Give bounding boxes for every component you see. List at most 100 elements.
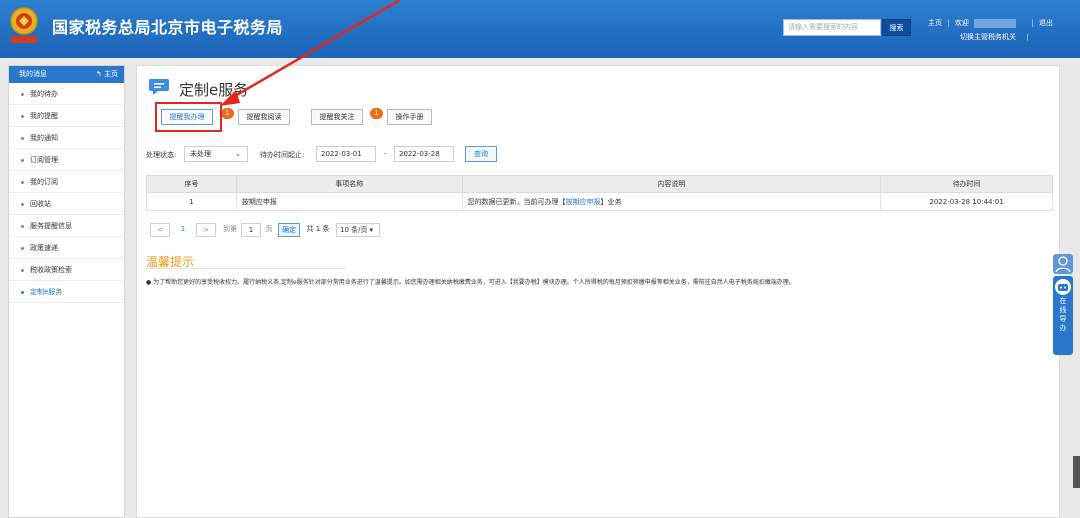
bullet-icon <box>21 202 24 206</box>
sidebar-item-label: 我的通知 <box>30 134 58 142</box>
table-row[interactable]: 1 按期应申报 您的数据已更新，当前可办理【按期应申报】业务 2022-03-2… <box>146 192 1053 211</box>
desc-text: 您的数据已更新，当前可办理【 <box>467 197 566 206</box>
username-mask <box>974 18 1017 28</box>
welcome-label: 欢迎 <box>954 19 969 27</box>
sidebar-item-label: 定制e服务 <box>30 288 63 296</box>
goto-label: 到第 <box>223 225 237 233</box>
search-input[interactable]: 请输入需要搜索的内容 <box>783 19 881 36</box>
sidebar-item-label: 我的订阅 <box>30 178 58 186</box>
cell-name: 按期应申报 <box>235 192 463 211</box>
guide-char: 导 <box>1059 315 1067 323</box>
prev-page-button[interactable]: < <box>150 223 170 237</box>
sidebar-item-notices[interactable]: 我的通知 <box>9 127 124 149</box>
sidebar-item-custom-e-service[interactable]: 定制e服务 <box>9 281 124 303</box>
separator: | <box>1031 19 1034 27</box>
guide-char: 线 <box>1059 306 1067 314</box>
top-header: 国家税务总局北京市电子税务局 请输入需要搜索的内容 搜索 主页 | 欢迎 | 退… <box>0 0 1080 58</box>
person-icon <box>1055 256 1071 273</box>
sidebar-item-recycle-bin[interactable]: 回收站 <box>9 193 124 215</box>
sidebar-item-label: 服务提醒信息 <box>30 222 72 230</box>
start-date-input[interactable]: 2022-03-01 <box>316 146 376 162</box>
bullet-icon <box>21 158 24 162</box>
chevron-down-icon: ⌄ <box>235 150 241 158</box>
next-page-button[interactable]: > <box>196 223 216 237</box>
bullet-icon <box>21 246 24 250</box>
tab-badge: 1 <box>370 108 383 119</box>
highlight-annotation <box>155 102 222 132</box>
page-unit-label: 页 <box>265 225 273 233</box>
bullet-icon <box>21 224 24 228</box>
bullet-icon <box>21 114 24 118</box>
separator: | <box>947 19 950 27</box>
column-header: 内容说明 <box>461 175 882 193</box>
column-header: 待办时间 <box>880 175 1053 193</box>
sidebar-item-subscription-manage[interactable]: 订阅管理 <box>9 149 124 171</box>
user-avatar-icon[interactable] <box>1053 254 1073 274</box>
search-button[interactable]: 搜索 <box>882 19 911 36</box>
tab-badge: 1 <box>221 108 234 119</box>
bullet-icon <box>21 290 24 294</box>
logout-link[interactable]: 退出 <box>1039 19 1053 27</box>
page-title: 定制e服务 <box>179 81 249 99</box>
bullet-icon <box>21 136 24 140</box>
goto-confirm-button[interactable]: 确定 <box>278 223 300 237</box>
sidebar-home-link[interactable]: ↰ 主页 <box>96 66 118 83</box>
column-header: 序号 <box>146 175 237 193</box>
tab-remind-read[interactable]: 提醒我阅读 <box>238 109 290 125</box>
sidebar-item-policy-search[interactable]: 税收政策检索 <box>9 259 124 281</box>
tab-remind-follow[interactable]: 提醒我关注 <box>311 109 363 125</box>
tips-divider <box>146 268 346 269</box>
bullet-icon <box>21 180 24 184</box>
todo-table: 序号 事项名称 内容说明 待办时间 1 按期应申报 您的数据已更新，当前可办理【… <box>146 175 1053 211</box>
back-arrow-icon: ↰ <box>95 70 102 78</box>
status-label: 处理状态: <box>146 151 177 159</box>
sidebar: 我的消息 ↰ 主页 我的待办 我的提醒 我的通知 订阅管理 我的订阅 回收站 服… <box>8 65 125 518</box>
sidebar-item-label: 订阅管理 <box>30 156 58 164</box>
sidebar-title: 我的消息 <box>19 70 47 78</box>
status-select[interactable]: 未处理 ⌄ <box>184 146 248 162</box>
online-guide-button[interactable]: 在 线 导 办 <box>1053 276 1073 355</box>
sidebar-item-my-subscriptions[interactable]: 我的订阅 <box>9 171 124 193</box>
sidebar-item-service-reminders[interactable]: 服务提醒信息 <box>9 215 124 237</box>
sidebar-header: 我的消息 ↰ 主页 <box>9 66 124 83</box>
chevron-down-icon: ▾ <box>369 226 374 234</box>
desc-text: 】业务 <box>600 197 622 206</box>
query-button[interactable]: 查询 <box>465 146 497 162</box>
sidebar-item-label: 税收政策检索 <box>30 266 72 274</box>
date-dash: - <box>384 150 387 158</box>
desc-link[interactable]: 按期应申报 <box>566 198 601 206</box>
main-panel: 定制e服务 提醒我办理 1 提醒我阅读 提醒我关注 1 操作手册 处理状态: 未… <box>136 65 1060 518</box>
cell-time: 2022-03-28 10:44:01 <box>880 192 1053 211</box>
date-range-label: 待办时间起止: <box>260 151 305 159</box>
cell-index: 1 <box>146 192 237 211</box>
tab-manual[interactable]: 操作手册 <box>387 109 432 125</box>
switch-authority-row: 切换主管税务机关 | <box>960 32 1029 42</box>
scrollbar-thumb[interactable] <box>1073 456 1080 488</box>
sidebar-item-label: 政策速递 <box>30 244 58 252</box>
site-title: 国家税务总局北京市电子税务局 <box>52 18 284 37</box>
bullet-icon <box>21 92 24 96</box>
page-size-value: 10 条/页 <box>340 226 368 234</box>
home-link[interactable]: 主页 <box>928 19 942 27</box>
sidebar-item-reminders[interactable]: 我的提醒 <box>9 105 124 127</box>
sidebar-home-label: 主页 <box>104 70 118 78</box>
cell-description: 您的数据已更新，当前可办理【按期应申报】业务 <box>461 192 882 211</box>
separator: | <box>1026 33 1029 41</box>
switch-authority-link[interactable]: 切换主管税务机关 <box>960 33 1016 41</box>
sidebar-item-todo[interactable]: 我的待办 <box>9 83 124 105</box>
column-header: 事项名称 <box>235 175 463 193</box>
top-links: 主页 | 欢迎 | 退出 <box>928 18 1056 28</box>
tax-emblem-icon <box>10 7 38 43</box>
tips-text: ● 为了帮助您更好的享受税收权力、履行纳税义务,定制e服务针对部分常用业务进行了… <box>146 279 795 286</box>
chat-bubble-icon <box>149 79 169 95</box>
page-size-select[interactable]: 10 条/页 ▾ <box>336 223 380 237</box>
guide-char: 办 <box>1059 324 1067 332</box>
sidebar-item-label: 我的提醒 <box>30 112 58 120</box>
page-number[interactable]: 1 <box>176 223 190 237</box>
end-date-input[interactable]: 2022-03-28 <box>394 146 454 162</box>
sidebar-item-policy-express[interactable]: 政策速递 <box>9 237 124 259</box>
guide-char: 在 <box>1059 297 1067 305</box>
total-count: 共 1 条 <box>306 225 330 233</box>
goto-page-input[interactable]: 1 <box>241 223 261 237</box>
sidebar-item-label: 我的待办 <box>30 90 58 98</box>
